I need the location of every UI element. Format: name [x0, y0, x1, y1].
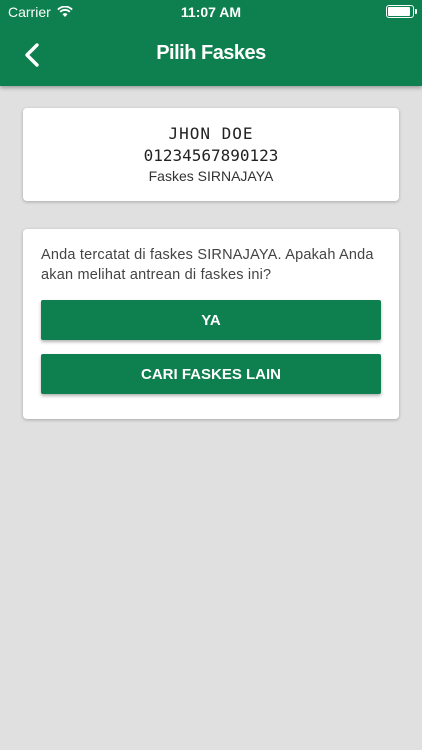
battery-level: [388, 7, 410, 16]
confirmation-card: Anda tercatat di faskes SIRNAJAYA. Apaka…: [23, 229, 399, 419]
page-title: Pilih Faskes: [156, 42, 266, 64]
status-time: 11:07 AM: [180, 4, 242, 20]
find-other-faskes-button[interactable]: CARI FASKES LAIN: [41, 354, 381, 394]
app-header: Carrier 11:07 AM Pilih Faskes: [0, 0, 422, 86]
patient-name: JHON DOE: [168, 124, 254, 143]
yes-button[interactable]: YA: [41, 300, 381, 340]
card-number: 01234567890123: [143, 146, 279, 165]
battery-icon: [386, 5, 417, 18]
nav-bar: Pilih Faskes: [0, 24, 422, 86]
patient-card: JHON DOE 01234567890123 Faskes SIRNAJAYA: [23, 108, 399, 201]
confirmation-question: Anda tercatat di faskes SIRNAJAYA. Apaka…: [41, 247, 374, 283]
status-bar: Carrier 11:07 AM: [0, 0, 422, 24]
faskes-name: Faskes SIRNAJAYA: [148, 168, 274, 184]
